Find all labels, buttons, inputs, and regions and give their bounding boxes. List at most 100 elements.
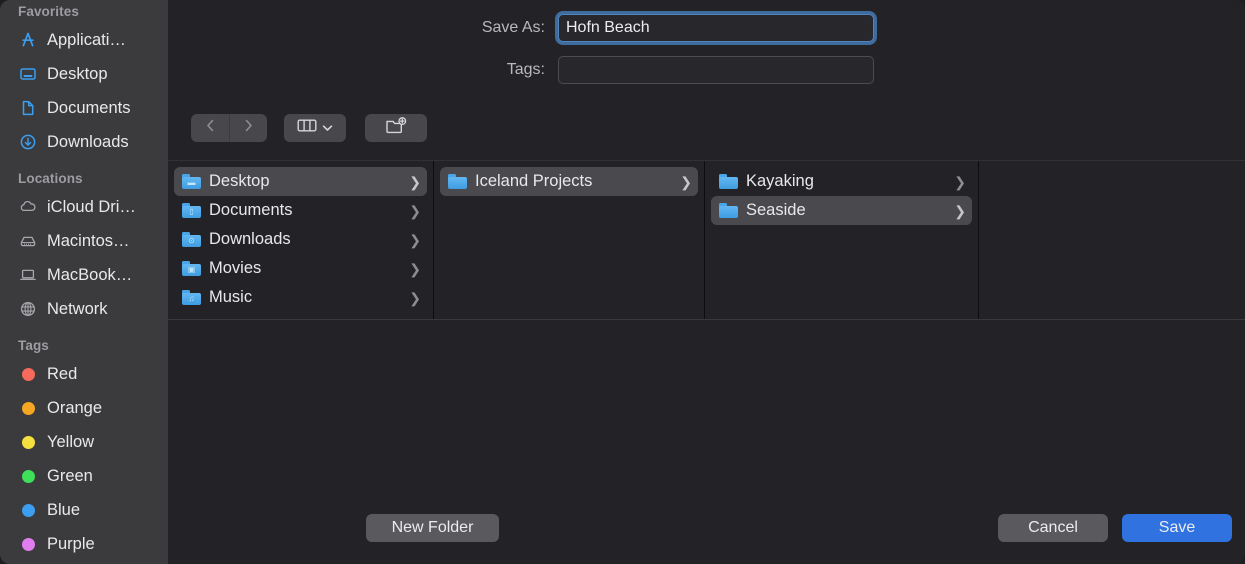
new-folder-toolbar-button[interactable] [365,114,427,142]
folder-glyph: ▣ [186,266,197,274]
nav-buttons [191,114,267,142]
list-item-label: Desktop [209,172,270,191]
dialog-content: Save As: Tags: [168,0,1245,564]
folder-icon [448,174,467,189]
sidebar-item-label: Green [47,467,93,486]
sidebar-item-applications[interactable]: Applicati… [0,23,168,57]
sidebar-item-label: Documents [47,99,130,118]
save-button[interactable]: Save [1122,514,1232,542]
sidebar-group-title-favorites: Favorites [0,4,168,19]
sidebar-item-label: iCloud Dri… [47,198,136,217]
folder-icon: ▯ [182,203,201,218]
sidebar-item-macintosh-hd[interactable]: Macintos… [0,224,168,258]
list-item-label: Documents [209,201,292,220]
list-item[interactable]: ♫ Music ❯ [174,283,427,312]
sidebar-item-tag-blue[interactable]: Blue [0,493,168,527]
desktop-icon [18,64,38,84]
tag-dot-icon [18,466,38,486]
folder-icon: ▬ [182,174,201,189]
chevron-right-icon [242,118,255,138]
save-as-label: Save As: [168,19,558,37]
folder-glyph: ♫ [186,295,197,303]
tags-label: Tags: [168,61,558,79]
sidebar-group-title-locations: Locations [0,171,168,186]
folder-glyph: ▯ [186,208,197,216]
chevron-right-icon: ❯ [409,204,421,218]
sidebar-item-downloads[interactable]: Downloads [0,125,168,159]
browser-column-3: Kayaking ❯ Seaside ❯ [704,161,978,319]
browser-toolbar: Seaside [168,96,1245,160]
folder-icon [719,203,738,218]
sidebar-item-macbook[interactable]: MacBook… [0,258,168,292]
sidebar-item-tag-orange[interactable]: Orange [0,391,168,425]
sidebar-item-label: Blue [47,501,80,520]
save-as-input[interactable] [558,14,874,42]
tag-dot-icon [18,500,38,520]
sidebar-item-label: Macintos… [47,232,130,251]
sidebar-item-desktop[interactable]: Desktop [0,57,168,91]
sidebar: Favorites Applicati… Desktop [0,0,168,564]
chevron-right-icon: ❯ [409,262,421,276]
sidebar-item-network[interactable]: Network [0,292,168,326]
folder-glyph: ⊙ [186,237,197,245]
sidebar-item-label: MacBook… [47,266,132,285]
sidebar-item-label: Desktop [47,65,108,84]
list-item[interactable]: ▯ Documents ❯ [174,196,427,225]
sidebar-item-tag-red[interactable]: Red [0,357,168,391]
sidebar-item-icloud-drive[interactable]: iCloud Dri… [0,190,168,224]
list-item[interactable]: Iceland Projects ❯ [440,167,698,196]
list-item[interactable]: Kayaking ❯ [711,167,972,196]
list-item[interactable]: ▣ Movies ❯ [174,254,427,283]
new-folder-button[interactable]: New Folder [366,514,499,542]
browser-column-1: ▬ Desktop ❯ ▯ Documents ❯ ⊙ [168,161,433,319]
folder-icon: ⊙ [182,232,201,247]
back-button[interactable] [191,114,229,142]
globe-icon [18,299,38,319]
save-form: Save As: Tags: [168,0,1245,96]
chevron-right-icon: ❯ [409,175,421,189]
tag-dot-icon [18,432,38,452]
tags-row: Tags: [168,55,1245,85]
folder-icon: ▣ [182,261,201,276]
sidebar-item-tag-purple[interactable]: Purple [0,527,168,561]
list-item[interactable]: ▬ Desktop ❯ [174,167,427,196]
new-folder-icon [385,117,407,140]
browser-column-4-preview [978,161,1245,319]
view-options-button[interactable] [284,114,346,142]
list-item-label: Movies [209,259,261,278]
cancel-button[interactable]: Cancel [998,514,1108,542]
sidebar-item-label: Orange [47,399,102,418]
list-item-label: Kayaking [746,172,814,191]
harddisk-icon [18,231,38,251]
laptop-icon [18,265,38,285]
sidebar-item-tag-green[interactable]: Green [0,459,168,493]
sidebar-item-label: Downloads [47,133,129,152]
chevron-right-icon: ❯ [409,233,421,247]
list-item[interactable]: ⊙ Downloads ❯ [174,225,427,254]
folder-icon: ♫ [182,290,201,305]
chevron-right-icon: ❯ [409,291,421,305]
dialog-footer: New Folder Cancel Save [168,320,1245,564]
chevron-right-icon: ❯ [954,204,966,218]
tag-dot-icon [18,364,38,384]
documents-icon [18,98,38,118]
tag-dot-icon [18,398,38,418]
tags-input[interactable] [558,56,874,84]
list-item[interactable]: Seaside ❯ [711,196,972,225]
chevron-down-icon [322,119,333,137]
chevron-right-icon: ❯ [954,175,966,189]
forward-button[interactable] [229,114,267,142]
browser-column-2: Iceland Projects ❯ [433,161,704,319]
sidebar-item-tag-yellow[interactable]: Yellow [0,425,168,459]
sidebar-item-label: Red [47,365,77,384]
downloads-icon [18,132,38,152]
column-browser: ▬ Desktop ❯ ▯ Documents ❯ ⊙ [168,160,1245,320]
folder-icon [719,174,738,189]
chevron-left-icon [204,118,217,138]
list-item-label: Iceland Projects [475,172,592,191]
chevron-right-icon: ❯ [680,175,692,189]
sidebar-item-documents[interactable]: Documents [0,91,168,125]
list-item-label: Seaside [746,201,806,220]
save-dialog: Favorites Applicati… Desktop [0,0,1245,564]
icloud-icon [18,197,38,217]
